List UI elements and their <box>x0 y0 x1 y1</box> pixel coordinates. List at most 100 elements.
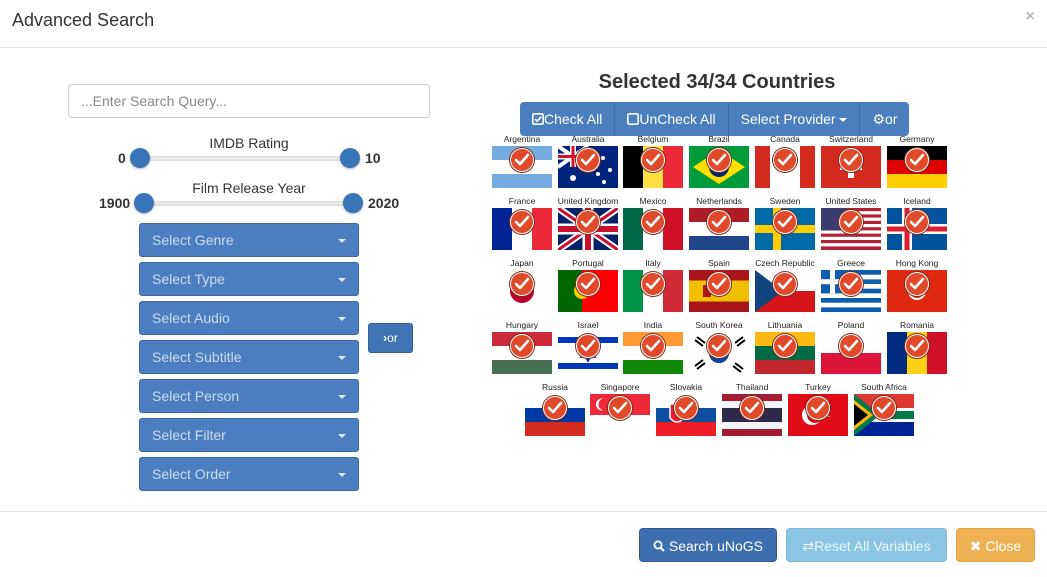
year-min-value: 1900 <box>99 195 131 211</box>
country-name-label: Switzerland <box>829 134 873 144</box>
country-flag-portugal[interactable]: Portugal <box>558 258 618 320</box>
checkbox-empty-icon <box>627 111 640 127</box>
select-subtitle-dropdown[interactable]: Select Subtitle <box>139 340 359 374</box>
country-flag-lithuania[interactable]: Lithuania <box>755 320 815 382</box>
close-label: Close <box>985 538 1022 554</box>
country-flag-south-africa[interactable]: South Africa <box>854 382 914 444</box>
uncheck-all-label: UnCheck All <box>639 111 716 127</box>
checkmark-icon <box>576 148 600 172</box>
country-name-label: Israel <box>577 320 599 330</box>
country-name-label: France <box>508 196 536 206</box>
checkmark-icon <box>576 334 600 358</box>
country-name-label: Portugal <box>572 258 604 268</box>
checkmark-icon <box>576 210 600 234</box>
checkmark-icon <box>641 148 665 172</box>
select-type-dropdown[interactable]: Select Type <box>139 262 359 296</box>
country-name-label: Lithuania <box>767 320 803 330</box>
country-name-label: Thailand <box>735 382 769 392</box>
country-flag-greece[interactable]: Greece <box>821 258 881 320</box>
country-name-label: Argentina <box>503 134 541 144</box>
select-provider-button[interactable]: Select Provider <box>728 102 861 136</box>
checkmark-icon <box>707 334 731 358</box>
select-filter-dropdown[interactable]: Select Filter <box>139 418 359 452</box>
country-flag-south-korea[interactable]: South Korea <box>689 320 749 382</box>
country-flag-canada[interactable]: Canada <box>755 134 815 196</box>
country-name-label: South Korea <box>695 320 743 330</box>
imdb-slider-track[interactable] <box>140 156 350 161</box>
gear-or-button[interactable]: ⚙or <box>860 102 910 136</box>
checkmark-icon <box>707 272 731 296</box>
country-flag-hong-kong[interactable]: Hong Kong <box>887 258 947 320</box>
country-flag-japan[interactable]: Japan <box>492 258 552 320</box>
or-label: or <box>387 331 398 345</box>
close-button[interactable]: ✖ Close <box>956 528 1035 562</box>
search-unogs-button[interactable]: Search uNoGS <box>639 528 777 562</box>
imdb-max-handle[interactable] <box>340 148 360 168</box>
checkmark-icon <box>576 272 600 296</box>
select-person-dropdown[interactable]: Select Person <box>139 379 359 413</box>
select-order-dropdown[interactable]: Select Order <box>139 457 359 491</box>
country-flag-poland[interactable]: Poland <box>821 320 881 382</box>
or-toggle-button[interactable]: ›or <box>368 323 413 353</box>
country-flag-switzerland[interactable]: Switzerland <box>821 134 881 196</box>
country-name-label: Germany <box>899 134 935 144</box>
search-input[interactable] <box>68 84 430 118</box>
country-flag-united-kingdom[interactable]: United Kingdom <box>558 196 618 258</box>
country-name-label: Brazil <box>708 134 730 144</box>
dropdown-label: Select Subtitle <box>152 349 242 365</box>
caret-down-icon <box>338 356 346 360</box>
country-flag-thailand[interactable]: Thailand <box>722 382 782 444</box>
checkmark-icon <box>839 334 863 358</box>
checkmark-icon <box>839 148 863 172</box>
gear-icon: ⚙ <box>872 111 886 127</box>
country-flag-israel[interactable]: Israel <box>558 320 618 382</box>
country-name-label: South Africa <box>861 382 907 392</box>
country-flag-singapore[interactable]: Singapore <box>590 382 650 444</box>
country-flag-iceland[interactable]: Iceland <box>887 196 947 258</box>
imdb-rating-label: IMDB Rating <box>209 135 289 151</box>
select-genre-dropdown[interactable]: Select Genre <box>139 223 359 257</box>
country-flag-australia[interactable]: Australia <box>558 134 618 196</box>
search-icon <box>653 538 665 554</box>
retweet-icon: ⇄ <box>802 538 815 554</box>
country-flag-france[interactable]: France <box>492 196 552 258</box>
country-flag-romania[interactable]: Romania <box>887 320 947 382</box>
select-audio-dropdown[interactable]: Select Audio <box>139 301 359 335</box>
country-flag-slovakia[interactable]: Slovakia <box>656 382 716 444</box>
country-flag-russia[interactable]: Russia <box>525 382 585 444</box>
country-flag-czech-republic[interactable]: Czech Republic <box>755 258 815 320</box>
country-flag-belgium[interactable]: Belgium <box>623 134 683 196</box>
country-button-group: Check All UnCheck All Select Provider ⚙o… <box>520 102 910 136</box>
country-flag-sweden[interactable]: Sweden <box>755 196 815 258</box>
check-all-button[interactable]: Check All <box>520 102 616 136</box>
caret-down-icon <box>839 118 848 122</box>
close-icon[interactable]: × <box>1026 8 1035 26</box>
checkmark-icon <box>872 396 896 420</box>
checkmark-icon <box>707 148 731 172</box>
checkmark-icon <box>905 272 929 296</box>
country-flag-turkey[interactable]: Turkey <box>788 382 848 444</box>
country-flag-united-states[interactable]: United States <box>821 196 881 258</box>
country-name-label: Belgium <box>637 134 669 144</box>
checkmark-icon <box>510 210 534 234</box>
reset-variables-button[interactable]: ⇄Reset All Variables <box>786 528 947 562</box>
country-flag-india[interactable]: India <box>623 320 683 382</box>
country-name-label: United Kingdom <box>557 196 619 206</box>
year-max-handle[interactable] <box>343 193 363 213</box>
country-name-label: Turkey <box>805 382 831 392</box>
country-flag-germany[interactable]: Germany <box>887 134 947 196</box>
country-flag-hungary[interactable]: Hungary <box>492 320 552 382</box>
country-flag-italy[interactable]: Italy <box>623 258 683 320</box>
checkmark-icon <box>707 210 731 234</box>
country-flag-mexico[interactable]: Mexico <box>623 196 683 258</box>
year-min-handle[interactable] <box>134 193 154 213</box>
country-flag-spain[interactable]: Spain <box>689 258 749 320</box>
year-slider-track[interactable] <box>144 201 354 206</box>
imdb-min-handle[interactable] <box>130 148 150 168</box>
country-flag-brazil[interactable]: Brazil <box>689 134 749 196</box>
checkmark-icon <box>608 396 632 420</box>
country-flag-netherlands[interactable]: Netherlands <box>689 196 749 258</box>
country-flag-argentina[interactable]: Argentina <box>492 134 552 196</box>
uncheck-all-button[interactable]: UnCheck All <box>615 102 729 136</box>
checkbox-checked-icon <box>532 111 544 127</box>
